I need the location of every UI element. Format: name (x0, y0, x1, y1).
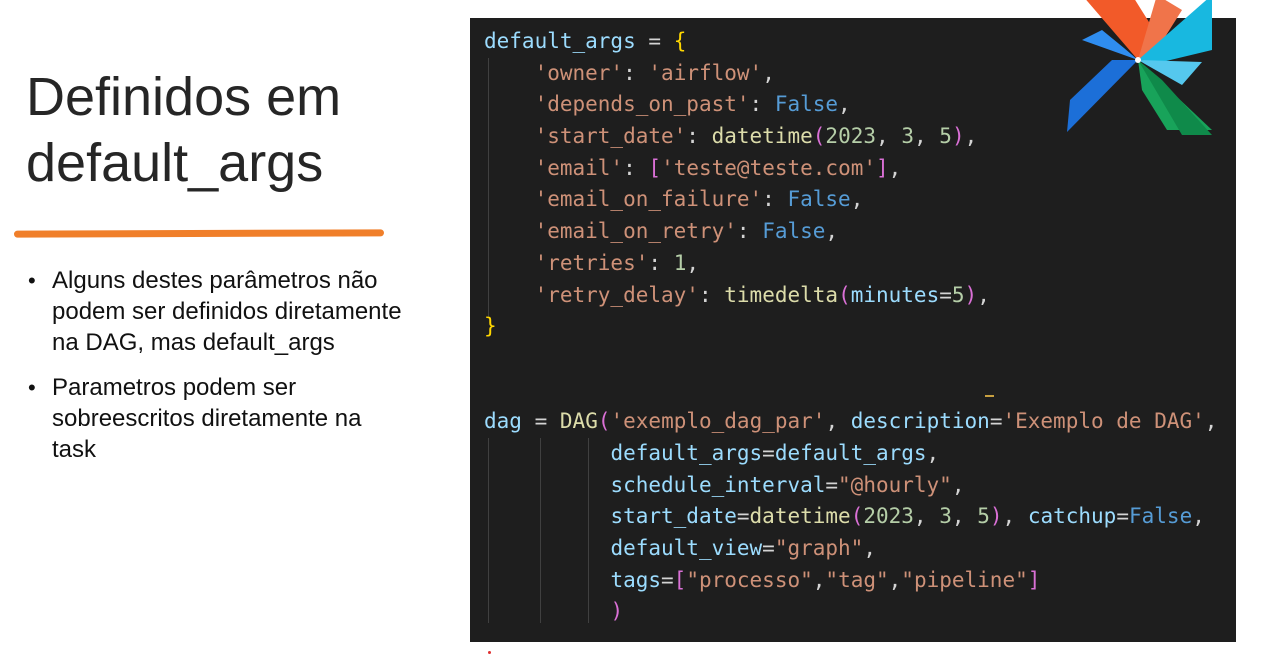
bullet-item: • Alguns destes parâmetros não podem ser… (26, 265, 406, 358)
airflow-logo-icon (1067, 0, 1212, 135)
code-line: tags=["processo","tag","pipeline"] (610, 567, 1041, 592)
code-line: 'email_on_failure': False, (534, 187, 864, 212)
code-line: schedule_interval="@hourly", (610, 472, 965, 497)
code-line: 'retry_delay': timedelta(minutes=5), (534, 282, 990, 307)
code-line: } (484, 314, 497, 339)
stray-dot (488, 651, 491, 654)
bullet-text: Alguns destes parâmetros não podem ser d… (52, 267, 402, 356)
code-line: default_args=default_args, (610, 440, 940, 465)
bullet-text: Parametros podem ser sobreescritos diret… (52, 374, 362, 463)
slide-title: Definidos em default_args (26, 67, 342, 193)
code-line: start_date=datetime(2023, 3, 5), catchup… (610, 504, 1205, 529)
code-line: 'retries': 1, (534, 250, 699, 275)
code-line: 'email': ['teste@teste.com'], (534, 155, 902, 180)
text-cursor-mark (985, 395, 994, 397)
code-line: 'email_on_retry': False, (534, 219, 839, 244)
bullet-item: • Parametros podem ser sobreescritos dir… (26, 372, 406, 465)
code-line: dag = DAG('exemplo_dag_par', description… (484, 409, 1218, 434)
bullet-list: • Alguns destes parâmetros não podem ser… (26, 265, 406, 479)
code-line: ) (610, 599, 624, 624)
bullet-dot-icon: • (28, 268, 36, 293)
bullet-dot-icon: • (28, 375, 36, 400)
code-line: default_view="graph", (610, 536, 876, 560)
title-underline (14, 229, 384, 238)
